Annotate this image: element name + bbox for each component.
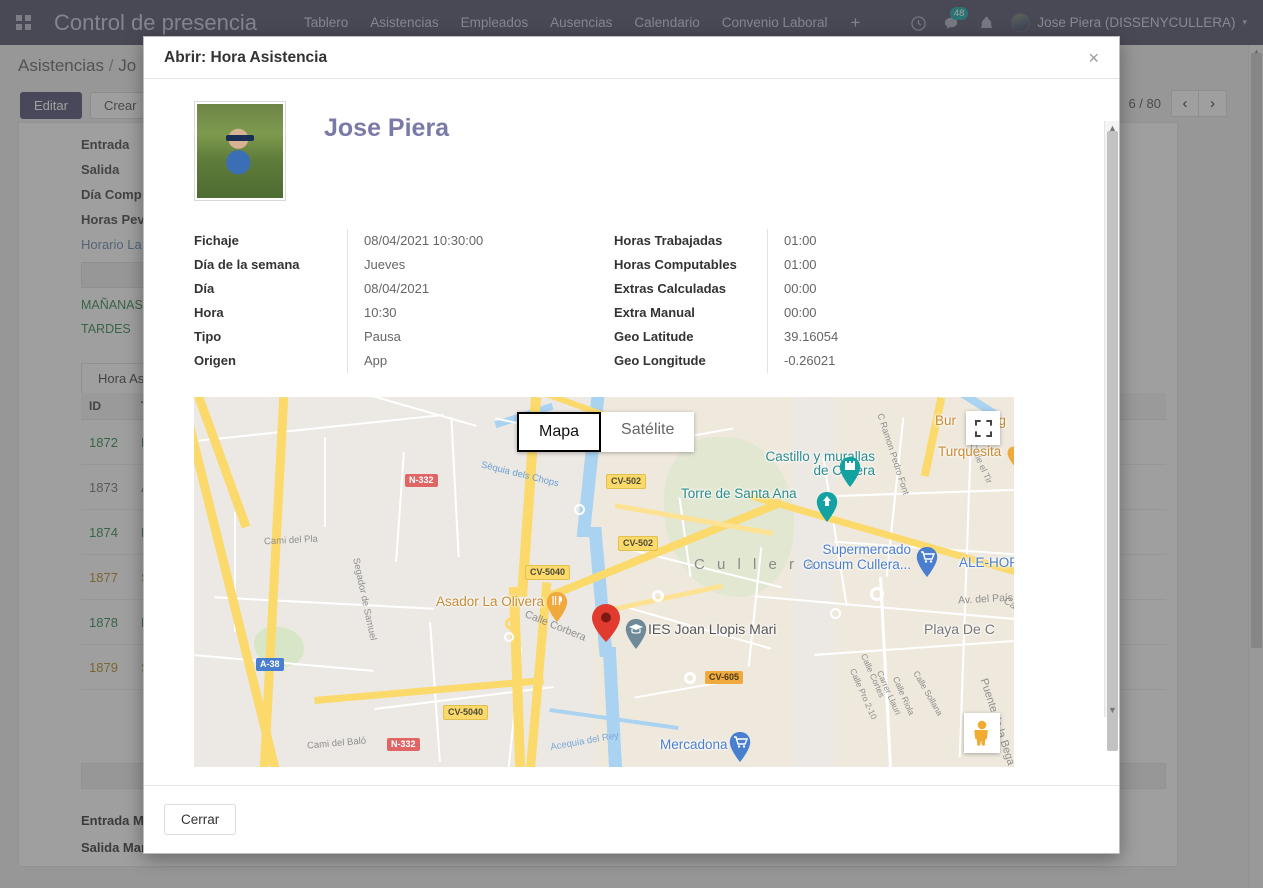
fields-left-labels: Fichaje Día de la semana Día Hora Tipo O…	[194, 229, 347, 373]
poi-label-asador-la-olivera: Asador La Olivera	[436, 595, 544, 609]
road-shield: N-332	[387, 738, 420, 751]
map-roundabout	[652, 590, 664, 602]
road-shield: CV-5040	[525, 565, 570, 580]
employee-photo	[194, 101, 286, 201]
dialog-footer: Cerrar	[144, 785, 1119, 853]
poi-label-turquesita: Turquesita	[938, 445, 1001, 459]
field-label-tipo: Tipo	[194, 325, 347, 349]
poi-label-torre-santa-ana: Torre de Santa Ana	[681, 487, 797, 501]
field-value-hora: 10:30	[364, 301, 614, 325]
dialog-title: Abrir: Hora Asistencia	[164, 49, 1082, 67]
record-title: Jose Piera	[324, 101, 449, 143]
field-label-horas-trabajadas: Horas Trabajadas	[614, 229, 767, 253]
field-value-dia: 08/04/2021	[364, 277, 614, 301]
poi-pin-mercadona[interactable]	[729, 732, 751, 762]
field-value-horas-computables: 01:00	[784, 253, 1034, 277]
poi-label-ies-joan-llopis-mari: IES Joan Llopis Mari	[648, 622, 776, 636]
field-label-geo-latitude: Geo Latitude	[614, 325, 767, 349]
record-fields: Fichaje Día de la semana Día Hora Tipo O…	[194, 229, 1093, 373]
field-label-dia: Día	[194, 277, 347, 301]
field-value-extras-calculadas: 00:00	[784, 277, 1034, 301]
map-roundabout	[574, 504, 585, 515]
field-value-extra-manual: 00:00	[784, 301, 1034, 325]
poi-pin-torre-santa-ana[interactable]	[816, 492, 838, 522]
field-value-dia-semana: Jueves	[364, 253, 614, 277]
road-shield: N-332	[405, 474, 438, 487]
field-value-horas-trabajadas: 01:00	[784, 229, 1034, 253]
close-icon[interactable]: ×	[1082, 47, 1105, 69]
field-label-dia-semana: Día de la semana	[194, 253, 347, 277]
employee-photo-image	[197, 104, 283, 198]
location-pin[interactable]	[592, 604, 620, 642]
field-label-geo-longitude: Geo Longitude	[614, 349, 767, 373]
poi-pin-ies-joan-llopis[interactable]	[625, 619, 647, 649]
fields-left-group: Fichaje Día de la semana Día Hora Tipo O…	[194, 229, 614, 373]
fullscreen-icon[interactable]	[966, 411, 1000, 445]
poi-pin-supermercado[interactable]	[916, 547, 938, 577]
field-label-origen: Origen	[194, 349, 347, 373]
map-type-mapa-button[interactable]: Mapa	[517, 412, 601, 452]
road-shield: CV-502	[618, 536, 658, 551]
field-label-fichaje: Fichaje	[194, 229, 347, 253]
geolocation-map[interactable]: N-332 N-332 CV-502 CV-502 CV-5040 CV-504…	[194, 397, 1014, 767]
poi-label-supermercado-consum: SupermercadoConsum Cullera...	[799, 542, 911, 572]
open-record-dialog: Abrir: Hora Asistencia × Jose Piera Fich…	[143, 36, 1120, 854]
dialog-header: Abrir: Hora Asistencia ×	[144, 37, 1119, 79]
dialog-scrollbar[interactable]: ▲ ▼	[1104, 121, 1119, 717]
pegman-icon[interactable]	[964, 713, 1000, 753]
poi-pin-turquesita[interactable]	[1007, 445, 1014, 475]
poi-pin-castillo[interactable]	[839, 457, 861, 487]
field-value-geo-longitude: -0.26021	[784, 349, 1034, 373]
map-roundabout	[870, 587, 884, 601]
map-roundabout	[830, 608, 841, 619]
field-label-hora: Hora	[194, 301, 347, 325]
dialog-scrollbar-thumb[interactable]	[1107, 131, 1118, 751]
map-roundabout	[684, 672, 696, 684]
record-header: Jose Piera	[194, 101, 1093, 201]
field-value-geo-latitude: 39.16054	[784, 325, 1034, 349]
poi-pin-asador-la-olivera[interactable]	[546, 592, 568, 622]
map-type-toggle: Mapa Satélite	[517, 412, 694, 452]
poi-label-mercadona: Mercadona	[660, 738, 728, 752]
fields-left-values: 08/04/2021 10:30:00 Jueves 08/04/2021 10…	[347, 229, 614, 373]
road-shield: CV-605	[705, 671, 743, 684]
map-roundabout	[505, 617, 518, 630]
poi-label-playa-de-c: Playa De C	[924, 622, 995, 636]
field-value-fichaje: 08/04/2021 10:30:00	[364, 229, 614, 253]
poi-label-burger-1: Bur	[935, 414, 956, 428]
field-label-extras-calculadas: Extras Calculadas	[614, 277, 767, 301]
map-type-satelite-button[interactable]: Satélite	[601, 412, 694, 452]
road-shield: CV-502	[606, 474, 646, 489]
field-value-origen: App	[364, 349, 614, 373]
field-label-horas-computables: Horas Computables	[614, 253, 767, 277]
fields-right-labels: Horas Trabajadas Horas Computables Extra…	[614, 229, 767, 373]
map-roundabout	[504, 632, 514, 642]
close-button[interactable]: Cerrar	[164, 804, 236, 835]
fields-right-group: Horas Trabajadas Horas Computables Extra…	[614, 229, 1034, 373]
poi-label-alehop: ALE-HOP	[959, 556, 1014, 570]
dialog-body: Jose Piera Fichaje Día de la semana Día …	[144, 79, 1119, 785]
field-label-extra-manual: Extra Manual	[614, 301, 767, 325]
scroll-down-arrow-icon[interactable]: ▼	[1108, 705, 1117, 715]
map-road	[324, 437, 326, 527]
road-shield: CV-5040	[443, 705, 488, 720]
field-value-tipo: Pausa	[364, 325, 614, 349]
fields-right-values: 01:00 01:00 00:00 00:00 39.16054 -0.2602…	[767, 229, 1034, 373]
road-shield: A-38	[256, 658, 284, 671]
